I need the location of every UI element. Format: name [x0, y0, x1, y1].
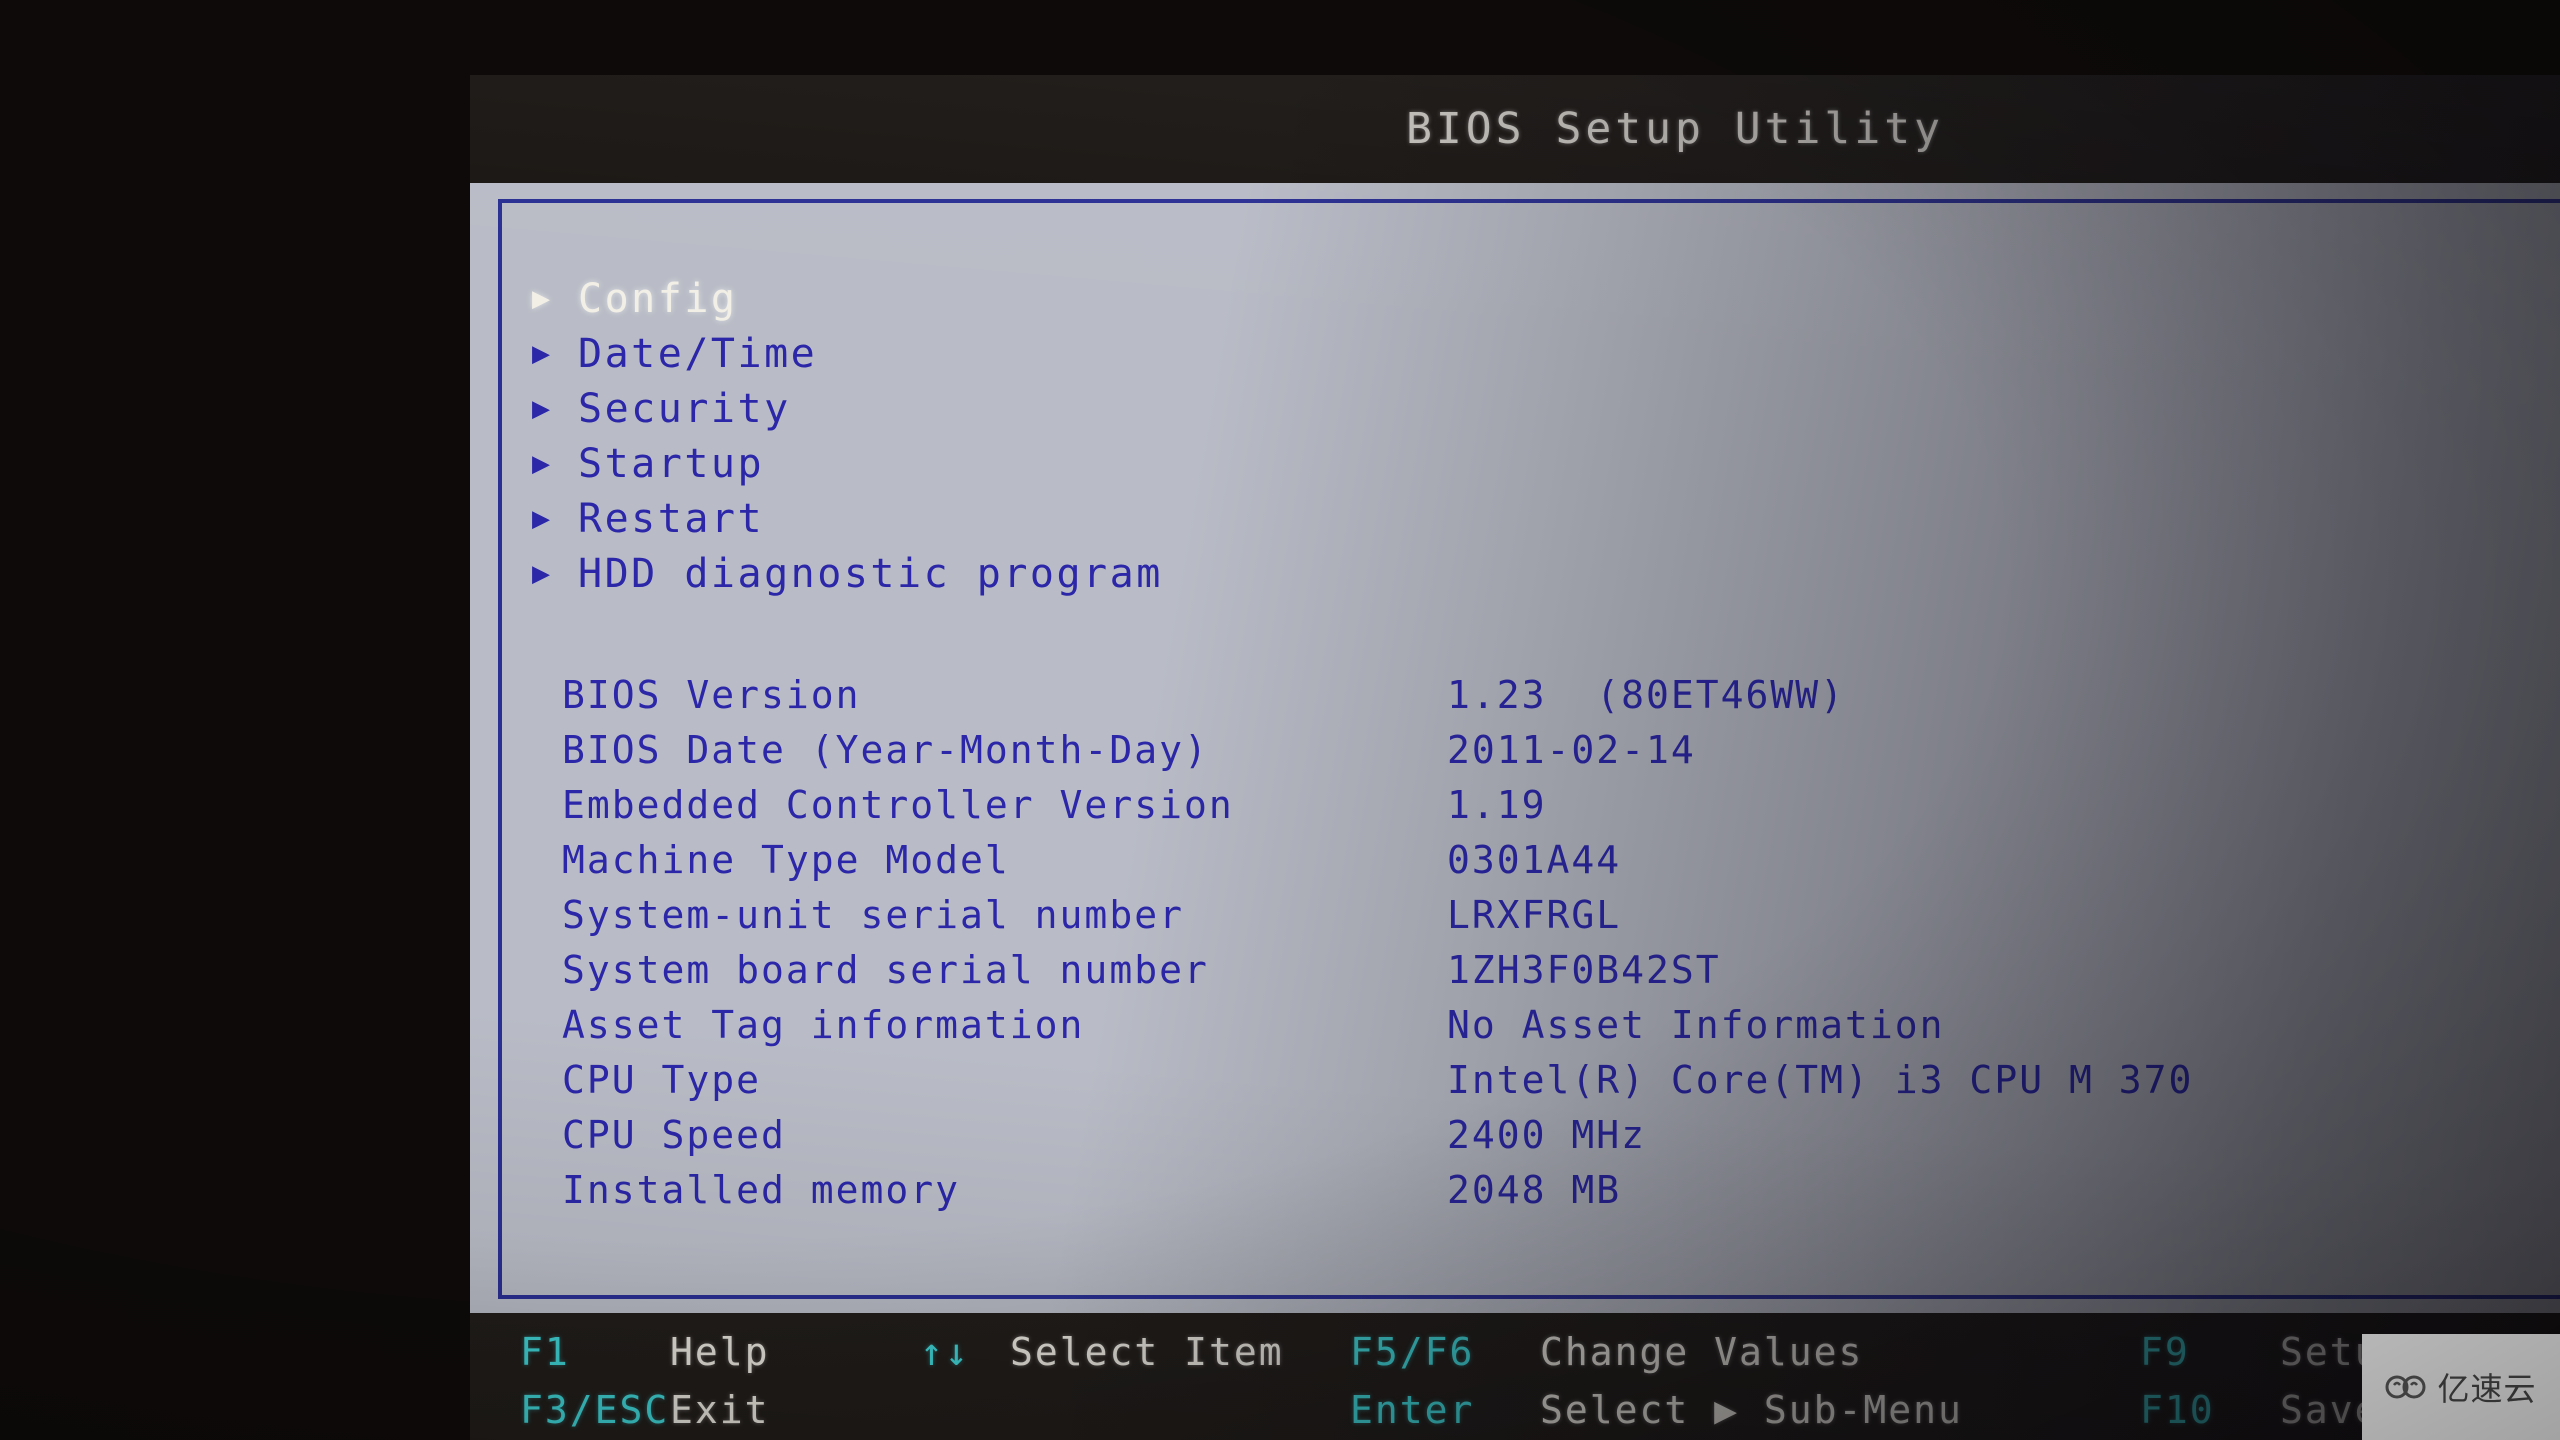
menu-item-label: HDD diagnostic program — [578, 550, 1163, 597]
info-label: BIOS Date (Year-Month-Day) — [562, 728, 1209, 772]
cloud-logo-icon — [2385, 1375, 2426, 1399]
info-value: No Asset Information — [1447, 1003, 1945, 1047]
key-f5-f6-desc: Change Values — [1540, 1330, 1864, 1374]
submenu-arrow-icon: ▶ — [532, 555, 553, 591]
info-row-system-unit-serial-number: System-unit serial number LRXFRGL — [562, 893, 2193, 948]
key-f9[interactable]: F9 — [2140, 1330, 2280, 1374]
info-value: LRXFRGL — [1447, 893, 1622, 937]
info-row-installed-memory: Installed memory 2048 MB — [562, 1168, 2193, 1223]
watermark-text: 亿速云 — [2437, 1370, 2537, 1408]
info-label: System board serial number — [562, 948, 1209, 992]
key-f1-desc: Help — [670, 1330, 770, 1374]
info-value: 1ZH3F0B42ST — [1447, 948, 1721, 992]
key-f3-esc[interactable]: F3/ESC — [470, 1388, 670, 1432]
menu-item-restart[interactable]: ▶ Restart — [532, 491, 1163, 546]
menu-item-config[interactable]: ▶ Config — [532, 271, 1163, 326]
menu-item-label: Security — [578, 385, 791, 432]
page-title: BIOS Setup Utility — [1406, 104, 1944, 154]
info-label: Embedded Controller Version — [562, 783, 1234, 827]
arrow-keys-icon[interactable]: ↑↓ — [920, 1330, 1010, 1374]
key-f3-esc-desc: Exit — [670, 1388, 770, 1432]
submenu-arrow-icon: ▶ — [532, 335, 553, 371]
info-row-embedded-controller-version: Embedded Controller Version 1.19 — [562, 783, 2193, 838]
info-value: 2048 MB — [1447, 1168, 1622, 1212]
function-key-legend-bar: F1 Help ↑↓ Select Item F5/F6 Change Valu… — [470, 1313, 2560, 1440]
info-row-asset-tag-information: Asset Tag information No Asset Informati… — [562, 1003, 2193, 1058]
info-row-cpu-speed: CPU Speed 2400 MHz — [562, 1113, 2193, 1168]
key-f5-f6[interactable]: F5/F6 — [1350, 1330, 1540, 1374]
menu-item-label: Startup — [578, 440, 765, 487]
submenu-arrow-icon: ▶ — [532, 390, 553, 426]
menu-item-date-time[interactable]: ▶ Date/Time — [532, 326, 1163, 381]
info-value: 2400 MHz — [1447, 1113, 1647, 1157]
submenu-arrow-icon: ▶ — [532, 500, 553, 536]
info-value: 0301A44 — [1447, 838, 1622, 882]
info-label: CPU Type — [562, 1058, 762, 1102]
info-label: Asset Tag information — [562, 1003, 1085, 1047]
info-row-system-board-serial-number: System board serial number 1ZH3F0B42ST — [562, 948, 2193, 1003]
menu-item-startup[interactable]: ▶ Startup — [532, 436, 1163, 491]
bios-title-bar: BIOS Setup Utility — [470, 75, 2560, 183]
info-label: CPU Speed — [562, 1113, 786, 1157]
info-value: Intel(R) Core(TM) i3 CPU M 370 — [1447, 1058, 2194, 1102]
menu-item-label: Date/Time — [578, 330, 818, 377]
laptop-screen: BIOS Setup Utility ▶ Config ▶ Date/Time … — [470, 75, 2560, 1440]
info-label: Installed memory — [562, 1168, 961, 1212]
info-label: BIOS Version — [562, 673, 861, 717]
menu-item-label: Restart — [578, 495, 765, 542]
submenu-arrow-icon: ▶ — [532, 445, 553, 481]
legend-row-2: F3/ESC Exit Enter Select ▶ Sub-Menu F10 … — [470, 1381, 2560, 1439]
menu-item-hdd-diagnostic-program[interactable]: ▶ HDD diagnostic program — [532, 546, 1163, 601]
menu-item-label: Config — [578, 275, 738, 322]
main-menu-list: ▶ Config ▶ Date/Time ▶ Security ▶ Startu… — [532, 271, 1163, 601]
system-information-block: BIOS Version 1.23 (80ET46WW) BIOS Date (… — [562, 673, 2193, 1223]
key-f10[interactable]: F10 — [2140, 1388, 2280, 1432]
key-enter[interactable]: Enter — [1350, 1388, 1540, 1432]
key-f1[interactable]: F1 — [470, 1330, 670, 1374]
info-value: 1.23 (80ET46WW) — [1447, 673, 1846, 717]
legend-row-1: F1 Help ↑↓ Select Item F5/F6 Change Valu… — [470, 1323, 2560, 1381]
key-enter-desc: Select ▶ Sub-Menu — [1540, 1388, 1963, 1432]
menu-item-security[interactable]: ▶ Security — [532, 381, 1163, 436]
info-label: Machine Type Model — [562, 838, 1010, 882]
info-row-cpu-type: CPU Type Intel(R) Core(TM) i3 CPU M 370 — [562, 1058, 2193, 1113]
info-row-machine-type-model: Machine Type Model 0301A44 — [562, 838, 2193, 893]
info-value: 2011-02-14 — [1447, 728, 1696, 772]
bios-main-panel: ▶ Config ▶ Date/Time ▶ Security ▶ Startu… — [470, 183, 2560, 1313]
submenu-arrow-icon: ▶ — [532, 280, 553, 316]
info-row-bios-date: BIOS Date (Year-Month-Day) 2011-02-14 — [562, 728, 2193, 783]
info-label: System-unit serial number — [562, 893, 1184, 937]
info-row-bios-version: BIOS Version 1.23 (80ET46WW) — [562, 673, 2193, 728]
photograph-of-bios-screen: BIOS Setup Utility ▶ Config ▶ Date/Time … — [0, 0, 2560, 1440]
watermark: 亿速云 — [2362, 1334, 2560, 1440]
arrow-keys-desc: Select Item — [1010, 1330, 1284, 1374]
info-value: 1.19 — [1447, 783, 1547, 827]
